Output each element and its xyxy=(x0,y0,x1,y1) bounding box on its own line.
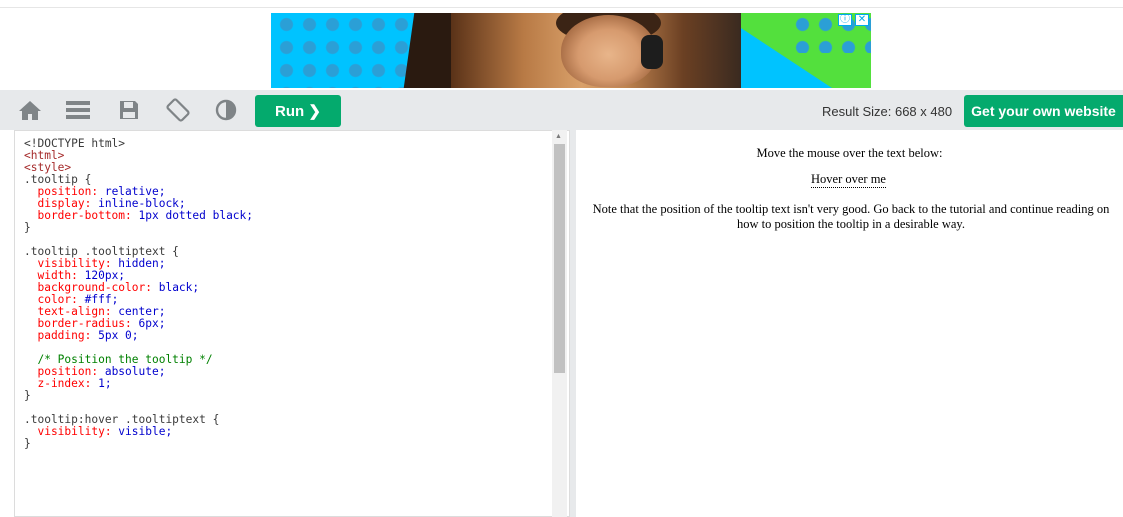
code-token: visibility: xyxy=(24,425,119,438)
result-size-label: Result Size: 668 x 480 xyxy=(822,104,953,119)
save-icon[interactable] xyxy=(115,96,143,124)
code-editor[interactable]: <!DOCTYPE html> <html> <style> .tooltip … xyxy=(14,130,570,517)
code-token: 1; xyxy=(98,377,112,390)
code-token: border-bottom: xyxy=(24,209,139,222)
code-text[interactable]: <!DOCTYPE html> <html> <style> .tooltip … xyxy=(24,138,253,450)
home-icon[interactable] xyxy=(16,96,44,124)
top-divider xyxy=(0,7,1123,8)
result-intro-text: Move the mouse over the text below: xyxy=(756,146,943,160)
ad-close-icon[interactable]: ✕ xyxy=(855,14,869,26)
rotate-icon[interactable] xyxy=(164,96,192,124)
get-your-own-website-button[interactable]: Get your own website xyxy=(964,95,1123,127)
code-token: 1px dotted black; xyxy=(138,209,254,222)
ad-info-icon[interactable]: ⓘ xyxy=(838,14,852,26)
result-note-text: Note that the position of the tooltip te… xyxy=(592,202,1110,231)
code-scrollbar-thumb[interactable] xyxy=(554,144,565,373)
ad-pattern-left xyxy=(271,13,411,88)
ad-banner[interactable] xyxy=(271,13,871,88)
code-token: z-index: xyxy=(24,377,99,390)
code-token: black; xyxy=(158,281,200,294)
code-token: 5px 0; xyxy=(98,329,139,342)
tooltip-hover-text[interactable]: Hover over me xyxy=(811,172,886,188)
scroll-up-arrow-icon[interactable]: ▲ xyxy=(555,133,562,140)
code-token: visible; xyxy=(118,425,173,438)
code-token: 6px; xyxy=(138,317,166,330)
theme-icon[interactable] xyxy=(212,96,240,124)
code-token: } xyxy=(24,437,31,450)
ad-photo-headphone xyxy=(641,35,663,69)
code-token: } xyxy=(24,389,31,402)
code-token: hidden; xyxy=(118,257,166,270)
run-button[interactable]: Run ❯ xyxy=(255,95,341,127)
code-token: absolute; xyxy=(104,365,166,378)
result-pane: Move the mouse over the text below: Hove… xyxy=(576,130,1123,517)
menu-icon[interactable] xyxy=(64,96,92,124)
code-token: padding: xyxy=(24,329,99,342)
code-token: } xyxy=(24,221,31,234)
